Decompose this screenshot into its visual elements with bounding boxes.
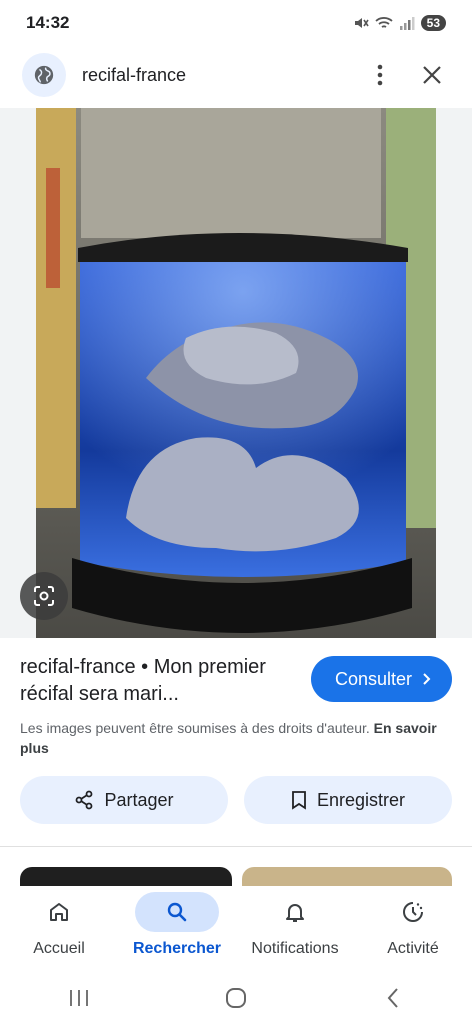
nav-item-home[interactable]: Accueil <box>0 892 118 958</box>
nav-item-activity[interactable]: Activité <box>354 892 472 958</box>
recent-apps-icon <box>69 990 88 1006</box>
status-bar: 14:32 53 <box>0 0 472 46</box>
close-button[interactable] <box>414 57 450 93</box>
copyright-notice: Les images peuvent être soumises à des d… <box>20 718 440 758</box>
back-icon <box>387 988 399 1008</box>
lens-button[interactable] <box>20 572 68 620</box>
image-viewer <box>0 108 472 638</box>
mute-icon <box>354 18 369 28</box>
bell-icon <box>253 892 337 932</box>
more-vert-icon <box>377 64 383 86</box>
recent-apps-button[interactable] <box>59 978 99 1018</box>
divider <box>0 846 472 847</box>
home-circle-icon <box>225 988 246 1008</box>
nav-label-activity: Activité <box>387 940 439 957</box>
chevron-right-icon <box>423 673 431 685</box>
close-icon <box>423 66 441 84</box>
share-label: Partager <box>104 789 174 810</box>
back-button[interactable] <box>373 978 413 1018</box>
home-button[interactable] <box>216 978 256 1018</box>
result-title[interactable]: recifal-france • Mon premier récifal ser… <box>20 654 290 708</box>
nav-label-search: Rechercher <box>132 940 222 957</box>
visit-label: Consulter <box>334 668 412 689</box>
wifi-icon <box>375 17 393 28</box>
search-icon <box>135 892 219 932</box>
signal-icon <box>399 17 415 30</box>
system-navigation <box>0 972 472 1024</box>
save-label: Enregistrer <box>316 789 406 810</box>
result-image[interactable] <box>36 108 436 638</box>
globe-icon <box>22 53 66 97</box>
nav-label-notifications: Notifications <box>251 940 339 957</box>
nav-item-search[interactable]: Rechercher <box>118 892 236 958</box>
nav-item-notifications[interactable]: Notifications <box>236 892 354 958</box>
nav-label-home: Accueil <box>33 940 85 957</box>
viewer-header: recifal-france <box>0 46 472 104</box>
activity-icon <box>371 892 455 932</box>
share-button[interactable]: Partager <box>20 776 228 824</box>
home-icon <box>17 892 101 932</box>
more-options-button[interactable] <box>362 57 398 93</box>
site-name[interactable]: recifal-france <box>82 65 362 86</box>
battery-indicator: 53 <box>420 15 446 31</box>
save-button[interactable]: Enregistrer <box>244 776 452 824</box>
action-buttons: Partager Enregistrer <box>20 776 452 824</box>
bottom-navigation: Accueil Rechercher Notifications Activit… <box>0 886 472 970</box>
status-time: 14:32 <box>26 13 70 32</box>
share-icon <box>76 790 93 810</box>
visit-button[interactable]: Consulter <box>310 656 452 702</box>
bookmark-icon <box>292 791 306 810</box>
status-icons: 53 <box>353 15 446 31</box>
result-info: recifal-france • Mon premier récifal ser… <box>20 654 460 758</box>
google-lens-icon <box>34 586 54 606</box>
copyright-text: Les images peuvent être soumises à des d… <box>20 720 370 736</box>
